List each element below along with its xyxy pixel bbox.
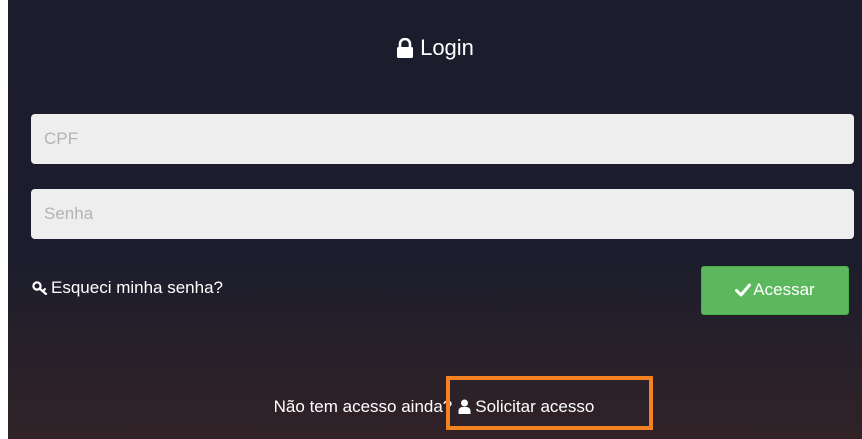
request-access-link[interactable]: Solicitar acesso: [458, 397, 594, 416]
request-access-label: Solicitar acesso: [475, 397, 595, 416]
login-panel: Login Esqueci minha senha? Acessar Não t…: [8, 0, 862, 439]
key-icon: [32, 278, 48, 302]
request-access-highlight: Solicitar acesso: [446, 376, 654, 430]
forgot-password-link[interactable]: Esqueci minha senha?: [32, 276, 223, 302]
acessar-button[interactable]: Acessar: [701, 266, 849, 315]
lock-icon: [396, 37, 414, 65]
acessar-label: Acessar: [753, 279, 815, 299]
forgot-password-label: Esqueci minha senha?: [51, 278, 224, 297]
login-header: Login: [8, 34, 862, 65]
login-title: Login: [420, 35, 474, 60]
request-access-row: Não tem acesso ainda? Solicitar acesso: [8, 376, 862, 430]
user-icon: [458, 397, 471, 421]
cpf-input[interactable]: [31, 114, 854, 164]
no-access-question: Não tem acesso ainda?: [273, 397, 453, 416]
check-icon: [735, 282, 752, 302]
password-input[interactable]: [31, 189, 854, 239]
